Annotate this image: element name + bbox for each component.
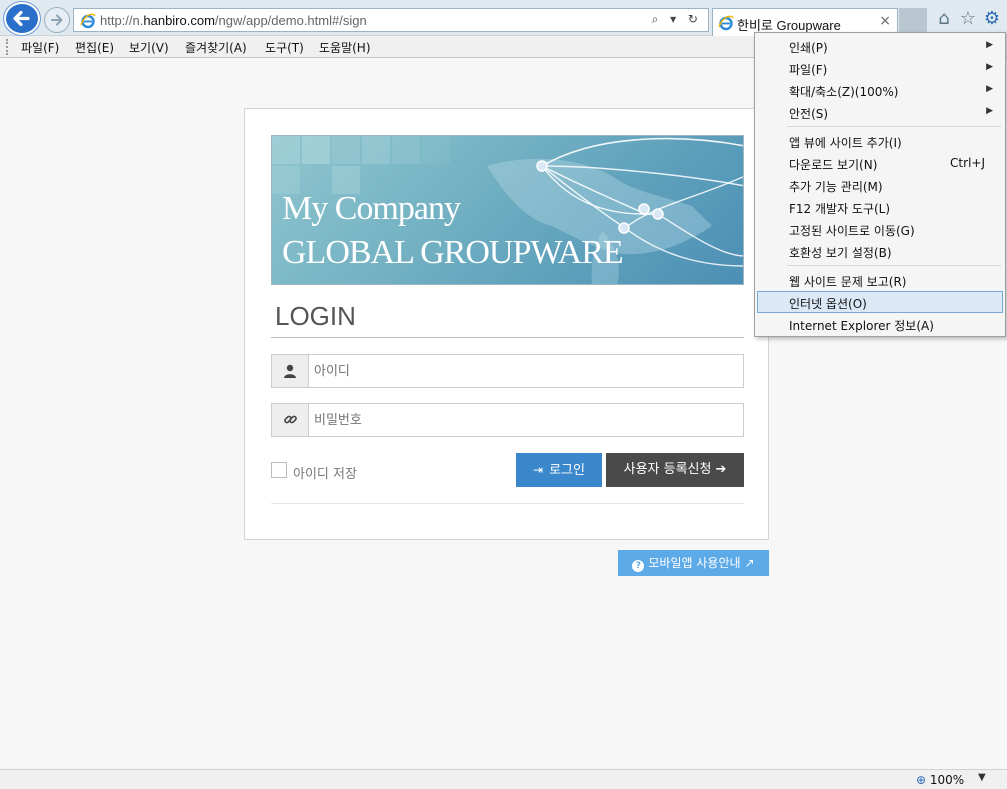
url-prefix: http://n. [100,13,144,28]
tools-gear-icon[interactable]: ⚙ [981,8,1003,30]
browser-navbar: http://n.hanbiro.com/ngw/app/demo.html#/… [0,0,1007,36]
remember-id-label[interactable]: 아이디 저장 [293,463,357,482]
submenu-arrow-icon: ▶ [986,106,993,116]
tools-menu-add-site-to-apps[interactable]: 앱 뷰에 사이트 추가(I) [757,130,1003,152]
tools-menu-label: 안전(S) [789,107,829,121]
sign-in-icon: ⇥ [533,463,544,477]
tools-menu-label: 인터넷 옵션(O) [789,297,867,311]
login-panel: My Company GLOBAL GROUPWARE LOGIN 아이디 저장… [244,108,769,540]
menu-edit[interactable]: 편집(E) [75,39,114,56]
tools-menu-report-problems[interactable]: 웹 사이트 문제 보고(R) [757,269,1003,291]
tools-menu-separator [787,265,1001,266]
tools-menu-pinned-sites[interactable]: 고정된 사이트로 이동(G) [757,218,1003,240]
username-field [271,354,744,388]
question-circle-icon: ? [632,560,645,572]
tools-menu-zoom[interactable]: 확대/축소(Z)(100%) ▶ [757,79,1003,101]
tools-menu-shortcut: Ctrl+J [950,156,985,170]
tools-menu-label: 인쇄(P) [789,41,828,55]
home-icon[interactable]: ⌂ [933,8,955,30]
remember-id-checkbox[interactable] [271,462,287,478]
address-tools[interactable]: ⌕ ▾ ↻ [652,12,702,27]
address-bar[interactable]: http://n.hanbiro.com/ngw/app/demo.html#/… [73,8,709,32]
submenu-arrow-icon: ▶ [986,62,993,72]
tools-menu-label: 추가 기능 관리(M) [789,180,883,194]
link-glyph [283,415,297,424]
tools-menu-label: 호환성 보기 설정(B) [789,246,892,260]
tab-close-icon[interactable]: × [879,13,891,29]
menu-file[interactable]: 파일(F) [21,39,59,56]
user-glyph [284,364,296,378]
url-domain: hanbiro.com [143,13,215,28]
tools-menu-separator [787,126,1001,127]
submenu-arrow-icon: ▶ [986,40,993,50]
tools-menu-file[interactable]: 파일(F) ▶ [757,57,1003,79]
ie-logo-icon [80,13,96,29]
tools-menu: 인쇄(P) ▶ 파일(F) ▶ 확대/축소(Z)(100%) ▶ 안전(S) ▶… [754,32,1006,337]
new-tab-button[interactable] [899,8,927,32]
zoom-dropdown-icon[interactable]: ▼ [978,772,986,783]
mobile-app-guide-button[interactable]: ? 모바일앱 사용안내 ↗ [618,550,769,576]
user-icon [272,355,309,387]
status-bar: ⊕ 100% ▼ [0,769,1007,789]
tools-menu-print[interactable]: 인쇄(P) ▶ [757,35,1003,57]
tab-favicon-icon [718,15,734,31]
login-footer-divider [271,503,744,504]
tools-menu-label: Internet Explorer 정보(A) [789,319,934,333]
tools-menu-compat-view[interactable]: 호환성 보기 설정(B) [757,240,1003,262]
forward-arrow-icon [51,14,63,26]
favorites-star-icon[interactable]: ☆ [957,8,979,30]
tools-menu-label: 확대/축소(Z)(100%) [789,85,899,99]
login-button-label: 로그인 [549,463,585,478]
menu-help[interactable]: 도움말(H) [319,39,371,56]
zoom-icon: ⊕ [916,773,927,787]
tools-menu-label: 앱 뷰에 사이트 추가(I) [789,136,902,150]
tools-menu-manage-addons[interactable]: 추가 기능 관리(M) [757,174,1003,196]
banner-company-name: My Company [282,190,461,227]
arrow-circle-right-icon: ➔ [715,462,727,477]
external-link-icon: ↗ [744,556,755,570]
menu-view[interactable]: 보기(V) [129,39,169,56]
zoom-value: 100% [929,773,965,787]
banner-product-name: GLOBAL GROUPWARE [282,234,624,271]
register-button-label: 사용자 등록신청 [623,462,712,477]
forward-button[interactable] [44,7,70,33]
tools-menu-label: 고정된 사이트로 이동(G) [789,224,915,238]
company-banner: My Company GLOBAL GROUPWARE [271,135,744,285]
password-input[interactable] [310,404,743,436]
tools-menu-label: 웹 사이트 문제 보고(R) [789,275,907,289]
link-icon [272,404,309,436]
url-path: /ngw/app/demo.html#/sign [214,13,367,28]
tools-menu-view-downloads[interactable]: 다운로드 보기(N) Ctrl+J [757,152,1003,174]
login-button[interactable]: ⇥ 로그인 [516,453,602,487]
register-button[interactable]: 사용자 등록신청 ➔ [606,453,744,487]
tools-menu-label: F12 개발자 도구(L) [789,202,891,216]
login-heading: LOGIN [275,301,356,331]
login-heading-divider [271,337,744,338]
tools-menu-about-ie[interactable]: Internet Explorer 정보(A) [757,313,1003,335]
tools-menu-dev-tools[interactable]: F12 개발자 도구(L) [757,196,1003,218]
zoom-level[interactable]: ⊕ 100% [916,773,964,787]
menu-favorites[interactable]: 즐겨찾기(A) [185,39,247,56]
back-button[interactable] [4,2,40,35]
tools-menu-label: 다운로드 보기(N) [789,158,878,172]
tools-menu-safety[interactable]: 안전(S) ▶ [757,101,1003,123]
menu-tools[interactable]: 도구(T) [265,39,304,56]
tools-menu-internet-options[interactable]: 인터넷 옵션(O) [757,291,1003,313]
submenu-arrow-icon: ▶ [986,84,993,94]
menubar-grip [6,39,8,55]
password-field [271,403,744,437]
url-text[interactable]: http://n.hanbiro.com/ngw/app/demo.html#/… [100,13,367,28]
back-arrow-icon [13,10,30,27]
tools-menu-label: 파일(F) [789,63,828,77]
username-input[interactable] [310,355,743,387]
mobile-app-guide-label: 모바일앱 사용안내 [648,556,741,570]
